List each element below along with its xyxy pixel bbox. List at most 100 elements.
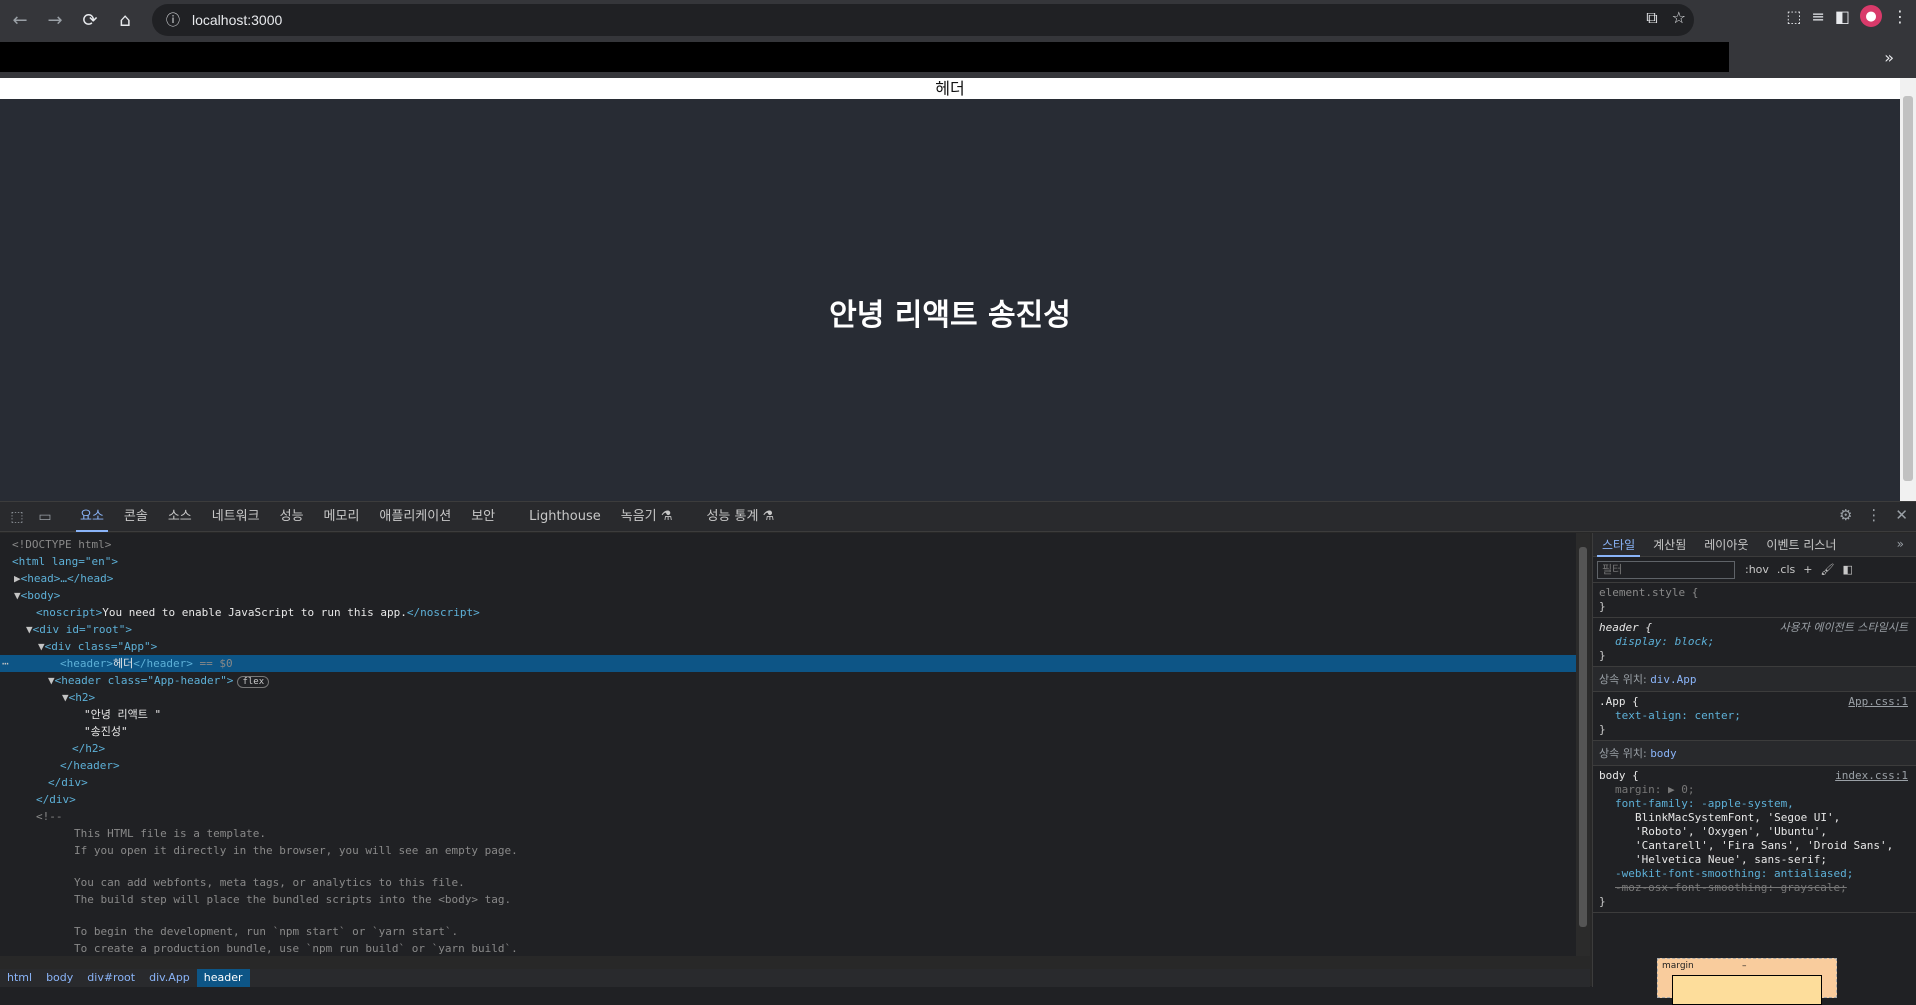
dom-line-comment[interactable]: This HTML file is a template. xyxy=(0,825,1576,842)
dom-line-root[interactable]: ▼<div id="root"> xyxy=(0,621,1576,638)
dom-line-comment[interactable]: You can add webfonts, meta tags, or anal… xyxy=(0,874,1576,891)
page-scrollbar-thumb[interactable] xyxy=(1903,96,1913,481)
collapse-triangle-icon[interactable]: ▼ xyxy=(38,640,45,653)
moz-smoothing-prop[interactable]: -moz-osx-font-smoothing: grayscale; xyxy=(1599,881,1910,895)
tab-perf-insights[interactable]: 성능 통계 ⚗ xyxy=(696,502,784,532)
index-css-link[interactable]: index.css:1 xyxy=(1835,769,1908,783)
inherited-target-app[interactable]: div.App xyxy=(1650,673,1696,686)
tab-sources[interactable]: 소스 xyxy=(158,502,202,532)
bookmark-star-icon[interactable]: ☆ xyxy=(1672,8,1686,28)
dom-line-body[interactable]: ▼<body> xyxy=(0,587,1576,604)
device-toolbar-icon[interactable]: ▭ xyxy=(34,506,56,528)
page-scrollbar[interactable] xyxy=(1900,78,1916,501)
install-app-icon[interactable]: ⧉ xyxy=(1646,8,1657,28)
tab-event-listeners[interactable]: 이벤트 리스너 xyxy=(1757,533,1845,557)
collapse-triangle-icon[interactable]: ▼ xyxy=(26,623,33,636)
dom-line-comment[interactable]: If you open it directly in the browser, … xyxy=(0,842,1576,859)
html-open-tag: <html lang="en"> xyxy=(12,555,118,568)
display-prop[interactable]: display: block; xyxy=(1599,635,1910,649)
new-rule-icon[interactable]: + xyxy=(1803,563,1812,576)
elements-tree[interactable]: <!DOCTYPE html> <html lang="en"> ▶<head>… xyxy=(0,533,1576,956)
row-dots-icon[interactable]: ⋯ xyxy=(0,655,60,672)
menu-kebab-icon[interactable]: ⋮ xyxy=(1892,7,1908,26)
url-text[interactable]: localhost:3000 xyxy=(192,12,282,28)
box-model-diagram[interactable]: margin – xyxy=(1657,958,1837,1005)
side-panel-icon[interactable]: ◧ xyxy=(1835,7,1850,26)
webkit-smoothing-prop[interactable]: -webkit-font-smoothing: antialiased; xyxy=(1599,867,1910,881)
tab-memory[interactable]: 메모리 xyxy=(314,502,370,532)
dom-line-doctype[interactable]: <!DOCTYPE html> xyxy=(0,536,1576,553)
dom-line-app[interactable]: ▼<div class="App"> xyxy=(0,638,1576,655)
inspect-element-icon[interactable]: ⬚ xyxy=(6,506,28,528)
more-tabs-icon[interactable]: » xyxy=(1897,537,1904,551)
dom-line-comment[interactable]: The build step will place the bundled sc… xyxy=(0,891,1576,908)
dom-line-app-close[interactable]: </div> xyxy=(0,774,1576,791)
tab-elements[interactable]: 요소 xyxy=(70,502,114,532)
settings-gear-icon[interactable]: ⚙ xyxy=(1839,506,1852,524)
hov-toggle[interactable]: :hov xyxy=(1745,563,1769,576)
collapse-triangle-icon[interactable]: ▼ xyxy=(62,691,69,704)
crumb-body[interactable]: body xyxy=(39,969,80,987)
tab-security[interactable]: 보안 xyxy=(461,502,505,532)
dom-line-comment[interactable]: To begin the development, run `npm start… xyxy=(0,923,1576,940)
crumb-header[interactable]: header xyxy=(196,969,250,987)
dom-line-html[interactable]: <html lang="en"> xyxy=(0,553,1576,570)
dom-line-text1[interactable]: "안녕 리액트 " xyxy=(0,706,1576,723)
elements-scrollbar[interactable] xyxy=(1576,533,1590,956)
dom-line-noscript[interactable]: <noscript>You need to enable JavaScript … xyxy=(0,604,1576,621)
crumb-html[interactable]: html xyxy=(0,969,39,987)
rule-body[interactable]: body { index.css:1 margin: ▶ 0; font-fam… xyxy=(1593,766,1916,913)
rule-element-style[interactable]: element.style { } xyxy=(1593,583,1916,618)
tab-network[interactable]: 네트워크 xyxy=(202,502,270,532)
styles-filter-input[interactable] xyxy=(1597,560,1735,579)
expand-triangle-icon[interactable]: ▶ xyxy=(14,572,21,585)
extensions-icon[interactable]: ⬚ xyxy=(1786,7,1801,26)
tab-performance[interactable]: 성능 xyxy=(270,502,314,532)
collapse-triangle-icon[interactable]: ▼ xyxy=(48,674,55,687)
cls-toggle[interactable]: .cls xyxy=(1777,563,1795,576)
media-controls-icon[interactable]: ≡ xyxy=(1811,7,1824,26)
site-info-icon[interactable]: ⓘ xyxy=(162,9,184,31)
address-bar[interactable]: ⓘ localhost:3000 ⧉ ☆ xyxy=(152,4,1694,36)
dom-line-app-header[interactable]: ▼<header class="App-header"> flex xyxy=(0,672,1576,689)
tab-application[interactable]: 애플리케이션 xyxy=(369,502,461,532)
bookmarks-overflow-icon[interactable]: » xyxy=(1884,48,1894,67)
tab-styles[interactable]: 스타일 xyxy=(1593,533,1644,557)
elements-scrollbar-thumb[interactable] xyxy=(1579,547,1587,927)
text-align-prop[interactable]: text-align: center; xyxy=(1599,709,1910,723)
profile-avatar[interactable]: ● xyxy=(1860,5,1882,27)
home-button[interactable]: ⌂ xyxy=(110,5,140,35)
flex-badge[interactable]: flex xyxy=(237,676,270,688)
dom-line-comment-open[interactable]: <!-- xyxy=(0,808,1576,825)
collapse-triangle-icon[interactable]: ▼ xyxy=(14,589,21,602)
tab-lighthouse[interactable]: Lighthouse xyxy=(519,502,611,532)
dom-line-comment[interactable]: To create a production bundle, use `npm … xyxy=(0,940,1576,956)
tab-recorder[interactable]: 녹음기 ⚗ xyxy=(611,502,683,532)
back-button[interactable]: ← xyxy=(5,5,35,35)
app-css-link[interactable]: App.css:1 xyxy=(1848,695,1908,709)
dom-line-text2[interactable]: "송진성" xyxy=(0,723,1576,740)
dom-line-h2-close[interactable]: </h2> xyxy=(0,740,1576,757)
close-devtools-icon[interactable]: ✕ xyxy=(1895,506,1908,524)
tab-layout[interactable]: 레이아웃 xyxy=(1695,533,1757,557)
rule-header-ua[interactable]: header { 사용자 에이전트 스타일시트 display: block; … xyxy=(1593,618,1916,667)
h2-open-tag: <h2> xyxy=(68,691,96,704)
dom-line-head[interactable]: ▶<head>…</head> xyxy=(0,570,1576,587)
font-family-prop[interactable]: font-family: -apple-system, xyxy=(1599,797,1910,811)
reload-button[interactable]: ⟳ xyxy=(75,5,105,35)
forward-button[interactable]: → xyxy=(40,5,70,35)
dom-line-header-close[interactable]: </header> xyxy=(0,757,1576,774)
devtools-more-icon[interactable]: ⋮ xyxy=(1866,506,1881,524)
crumb-div-app[interactable]: div.App xyxy=(142,969,197,987)
inherited-target-body[interactable]: body xyxy=(1650,747,1677,760)
rule-app[interactable]: .App { App.css:1 text-align: center; } xyxy=(1593,692,1916,741)
dom-line-h2[interactable]: ▼<h2> xyxy=(0,689,1576,706)
dom-line-header-selected[interactable]: ⋯ <header>헤더</header> == $0 xyxy=(0,655,1576,672)
tab-computed[interactable]: 계산됨 xyxy=(1644,533,1695,557)
tab-console[interactable]: 콘솔 xyxy=(114,502,158,532)
dom-line-root-close[interactable]: </div> xyxy=(0,791,1576,808)
toggle-sidebar-icon[interactable]: ◧ xyxy=(1842,563,1852,576)
margin-prop[interactable]: margin: ▶ 0; xyxy=(1599,783,1910,797)
paint-brush-icon[interactable]: 🖌 xyxy=(1820,563,1834,576)
crumb-div-root[interactable]: div#root xyxy=(80,969,142,987)
